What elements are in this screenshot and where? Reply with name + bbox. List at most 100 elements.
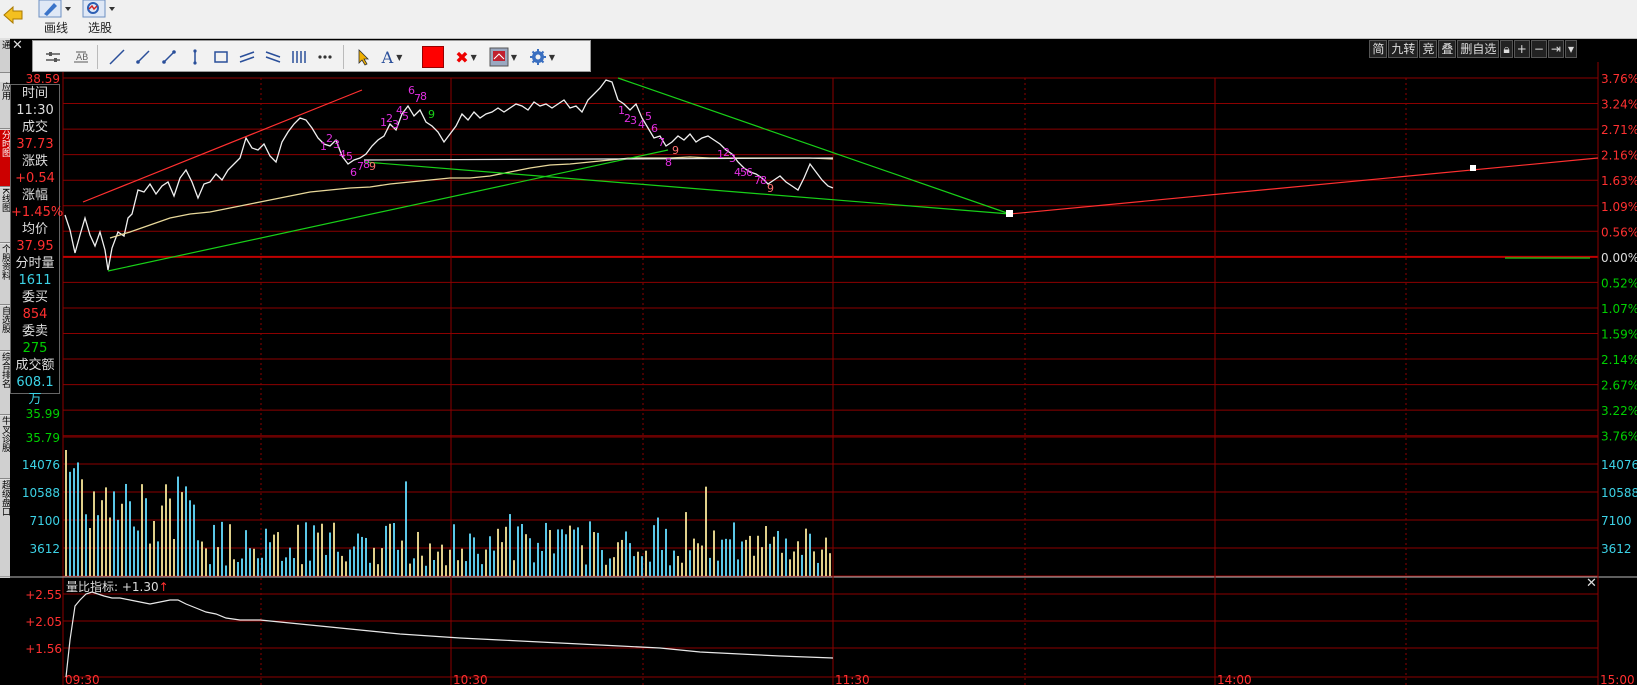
td-sequence-number: 4 — [339, 148, 346, 161]
ray-icon[interactable] — [131, 45, 155, 69]
trend-line-red-extension — [1009, 157, 1599, 215]
quote-info-panel: 时间 11:30 成交 37.73 涨跌 +0.54 涨幅 +1.45% 均价 … — [10, 84, 64, 407]
overlay-button[interactable]: 叠 — [1438, 40, 1457, 58]
plus-icon[interactable]: + — [1513, 40, 1530, 58]
td-sequence-number: 4 — [638, 118, 645, 131]
draw-line-label: 画线 — [43, 21, 68, 35]
auction-button[interactable]: 竞 — [1419, 40, 1438, 58]
time-axis-label: 10:30 — [453, 673, 488, 685]
display-icon[interactable]: ▼ — [487, 45, 519, 69]
volume-ratio-label: 量比指标: +1.30 — [66, 580, 159, 594]
gear-icon[interactable]: ▼ — [527, 45, 557, 69]
vertical-line-icon[interactable] — [183, 45, 207, 69]
top-toolbar: 画线 选股 — [0, 0, 1637, 39]
td-sequence-number: 5 — [645, 110, 652, 123]
amount-label: 成交额 — [15, 358, 55, 373]
side-tab-6[interactable]: 综合排名 — [0, 352, 10, 415]
volume-axis-label: 10588 — [22, 486, 60, 500]
horizontal-line — [363, 157, 834, 161]
td-sequence-number: 9 — [672, 144, 679, 157]
stock-select-button[interactable]: 选股 — [80, 0, 120, 38]
bid-volume-value: 854 — [22, 307, 48, 322]
delete-icon[interactable]: ✖ ▼ — [451, 45, 481, 69]
text-style-icon[interactable]: AB — [69, 45, 93, 69]
price-label: 成交 — [21, 120, 48, 135]
volume-axis-label-right: 3612 — [1601, 542, 1632, 556]
side-tab-4[interactable]: 个股资料 — [0, 244, 10, 305]
minus-icon[interactable]: − — [1530, 40, 1547, 58]
chevron-down-icon[interactable]: ▾ — [1564, 40, 1577, 58]
side-tab-5[interactable]: 自选股 — [0, 306, 10, 351]
volume-axis-label-right: 7100 — [1601, 514, 1632, 528]
td-sequence-number: 2 — [386, 112, 393, 125]
collapse-right-icon[interactable]: ⇥ — [1547, 40, 1564, 58]
time-value: 11:30 — [16, 103, 54, 118]
up-arrow-icon: ↑ — [158, 580, 169, 594]
volume-ratio-line — [65, 591, 834, 678]
pencil-icon — [38, 0, 71, 18]
simple-button[interactable]: 简 — [1369, 40, 1388, 58]
td-sequence-number: 9 — [428, 108, 435, 121]
td-sequence-number: 5 — [346, 150, 353, 163]
rectangle-icon[interactable] — [209, 45, 233, 69]
td-sequence-number: 7 — [357, 160, 364, 173]
side-tab-1[interactable]: 应用 — [0, 82, 10, 129]
remove-watchlist-button[interactable]: 删自选 — [1457, 40, 1500, 58]
price-line — [64, 79, 834, 271]
td-sequence-number: 1 — [380, 116, 387, 129]
change-pct-value: +1.45% — [11, 205, 64, 220]
side-tab-7[interactable]: 牛叉诊股 — [0, 416, 10, 479]
avg-price-value: 37.95 — [16, 239, 54, 254]
td-sequence-number: 2 — [326, 132, 333, 145]
side-tab-3[interactable]: K线图 — [0, 188, 10, 243]
nine-turn-button[interactable]: 九转 — [1388, 40, 1419, 58]
pct-axis-label: 3.22% — [1601, 404, 1637, 418]
td-sequence-number: 2 — [624, 112, 631, 125]
fibonacci-icon[interactable] — [287, 45, 311, 69]
indicator-close-icon[interactable]: ✕ — [1586, 576, 1597, 591]
pct-axis-label: 0.56% — [1601, 225, 1637, 239]
td-sequence-number: 7 — [754, 174, 761, 187]
side-tab-2[interactable]: 分时图 — [0, 130, 10, 187]
volume-axis-label-right: 10588 — [1601, 486, 1637, 500]
anchor-point-marker — [1006, 210, 1013, 217]
td-sequence-number: 7 — [658, 136, 665, 149]
td-sequence-number: 6 — [651, 122, 658, 135]
color-swatch[interactable] — [421, 45, 445, 69]
text-dropdown-icon: ▼ — [396, 52, 403, 62]
td-sequence-number: 6 — [350, 166, 357, 179]
td-sequence-number: 8 — [363, 158, 370, 171]
channel-icon[interactable] — [261, 45, 285, 69]
td-sequence-number: 9 — [767, 182, 774, 195]
settings-icon[interactable] — [41, 45, 65, 69]
svg-text:AB: AB — [76, 53, 88, 63]
side-tab-0[interactable]: 通 — [0, 40, 10, 73]
draw-line-button[interactable]: 画线 — [36, 0, 76, 38]
more-icon[interactable] — [313, 45, 337, 69]
lock-icon[interactable]: 🔒︎ — [1500, 40, 1513, 58]
td-sequence-number: 6 — [746, 166, 753, 179]
td-sequence-number: 5 — [740, 166, 747, 179]
intraday-chart: 38.5935.9935.793.76%3.24%2.71%2.16%1.63%… — [0, 62, 1637, 685]
pointer-icon[interactable] — [351, 45, 375, 69]
back-arrow-icon[interactable] — [2, 4, 24, 26]
side-tab-8[interactable]: 超级盘口 — [0, 480, 10, 577]
ask-volume-label: 委卖 — [21, 324, 48, 339]
indicator-axis-label: +2.05 — [25, 615, 62, 629]
arrow-line-icon[interactable] — [157, 45, 181, 69]
trend-line-green-resistance — [617, 77, 1011, 215]
change-label: 涨跌 — [21, 154, 48, 169]
td-sequence-number: 2 — [723, 146, 730, 159]
change-value: +0.54 — [15, 171, 55, 186]
pct-axis-label: 1.09% — [1601, 200, 1637, 214]
parallel-lines-icon[interactable] — [235, 45, 259, 69]
volume-axis-label: 3612 — [29, 542, 60, 556]
line-icon[interactable] — [105, 45, 129, 69]
td-sequence-number: 7 — [414, 92, 421, 105]
close-icon[interactable]: ✕ — [12, 38, 23, 53]
trend-line-red-upper — [82, 89, 363, 203]
stock-select-label: 选股 — [87, 21, 112, 35]
td-sequence-number: 3 — [630, 114, 637, 127]
indicator-axis-label: +1.56 — [25, 642, 62, 656]
text-icon[interactable]: A ▼ — [377, 45, 407, 69]
